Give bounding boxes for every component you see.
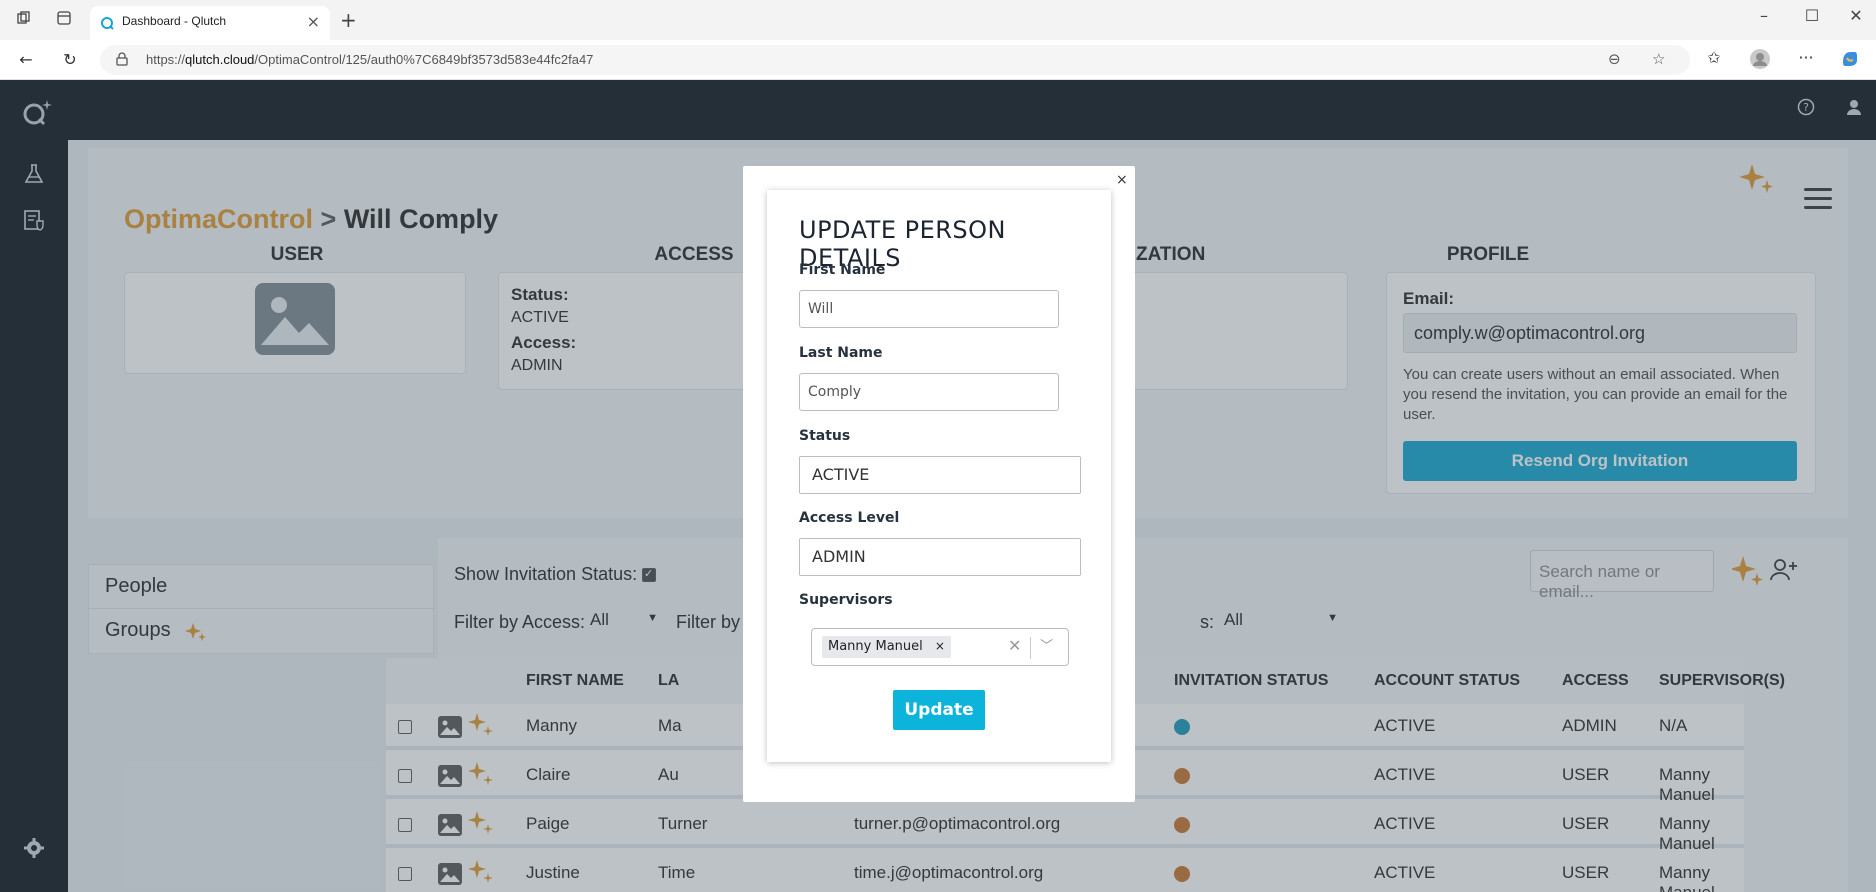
access-level-label: Access Level [799, 510, 900, 526]
update-button[interactable]: Update [893, 690, 985, 730]
clear-selection-icon[interactable]: ✕ [1008, 636, 1021, 655]
remove-chip-icon[interactable]: × [935, 639, 945, 653]
copilot-icon[interactable] [1838, 48, 1862, 74]
first-name-label: First Name [799, 262, 886, 278]
reader-options-icon[interactable]: ⊖ [1608, 50, 1621, 68]
profile-icon[interactable] [1748, 48, 1772, 74]
status-select[interactable]: ACTIVE [799, 456, 1081, 494]
select-divider [1030, 637, 1031, 659]
first-name-input[interactable]: Will [799, 290, 1059, 328]
lock-icon [116, 52, 128, 69]
qlutch-favicon-icon [101, 17, 114, 30]
browser-tab-active[interactable]: Dashboard - Qlutch × [90, 6, 330, 40]
url-field[interactable]: https://qlutch.cloud/OptimaControl/125/a… [100, 45, 1690, 75]
supervisor-chip: Manny Manuel × [822, 636, 951, 658]
supervisors-label: Supervisors [799, 592, 893, 608]
new-tab-icon[interactable]: + [340, 8, 357, 32]
supervisor-chip-label: Manny Manuel [828, 639, 923, 654]
reload-icon[interactable]: ↻ [58, 48, 82, 72]
supervisors-multiselect[interactable]: Manny Manuel × ✕ ﹀ [811, 628, 1069, 666]
access-level-select[interactable]: ADMIN [799, 538, 1081, 576]
last-name-input[interactable]: Comply [799, 373, 1059, 411]
tab-actions-icon[interactable] [54, 10, 74, 30]
more-options-icon[interactable]: ··· [1794, 48, 1818, 67]
status-label: Status [799, 428, 851, 444]
last-name-label: Last Name [799, 345, 883, 361]
favorite-star-icon[interactable]: ☆ [1652, 50, 1665, 68]
tab-title: Dashboard - Qlutch [122, 14, 227, 28]
browser-address-bar: ← ↻ https://qlutch.cloud/OptimaControl/1… [0, 40, 1876, 80]
back-icon[interactable]: ← [14, 48, 38, 72]
modal-close-icon[interactable]: × [1116, 172, 1128, 188]
minimize-icon[interactable]: – [1744, 6, 1784, 25]
maximize-icon[interactable]: ☐ [1792, 6, 1832, 25]
window-close-icon[interactable]: ✕ [1836, 6, 1876, 25]
update-person-modal: UPDATE PERSON DETAILS First Name Will La… [767, 190, 1111, 762]
workspaces-icon[interactable] [14, 10, 34, 30]
favorites-icon[interactable]: ✩ [1702, 48, 1726, 67]
url-text: https://qlutch.cloud/OptimaControl/125/a… [146, 52, 594, 67]
chevron-down-icon[interactable]: ﹀ [1040, 635, 1053, 654]
close-tab-icon[interactable]: × [307, 12, 320, 31]
browser-tab-bar: Dashboard - Qlutch × + – ☐ ✕ [0, 0, 1876, 40]
